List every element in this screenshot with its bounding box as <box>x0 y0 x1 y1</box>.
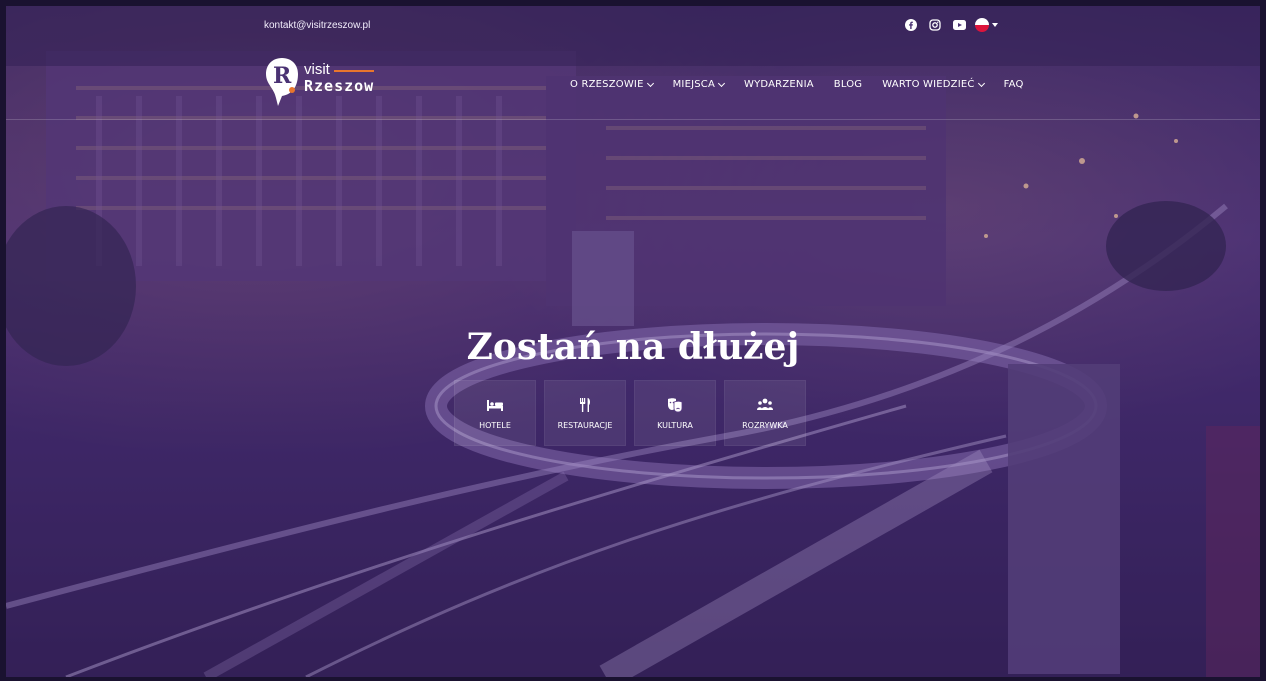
chevron-down-icon <box>646 79 654 87</box>
language-switcher[interactable] <box>975 18 998 32</box>
category-rozrywka[interactable]: ROZRYWKA <box>724 380 806 446</box>
logo-accent-line <box>333 69 374 72</box>
category-tiles: HOTELE RESTAURACJE KULTURA ROZRYWKA <box>454 380 806 446</box>
nav-item-label: WARTO WIEDZIEĆ <box>882 79 975 90</box>
nav-item-label: FAQ <box>1003 79 1024 90</box>
theater-masks-icon <box>668 397 683 412</box>
nav-item-blog[interactable]: BLOG <box>834 79 863 90</box>
site-logo[interactable]: R visit Rzeszow <box>264 56 374 108</box>
nav-item-faq[interactable]: FAQ <box>1004 79 1024 90</box>
nav-item-o-rzeszowie[interactable]: O RZESZOWIE <box>570 79 654 90</box>
category-kultura[interactable]: KULTURA <box>634 380 716 446</box>
hero-section: kontakt@visitrzeszow.pl R visit Rzeszow … <box>6 6 1260 677</box>
chevron-down-icon <box>977 79 985 87</box>
nav-item-label: BLOG <box>833 79 863 90</box>
nav-item-wydarzenia[interactable]: WYDARZENIA <box>744 79 814 90</box>
youtube-icon[interactable] <box>952 18 966 32</box>
logo-r-icon: R <box>266 58 298 106</box>
poland-flag-icon <box>975 18 989 32</box>
top-bar: kontakt@visitrzeszow.pl <box>6 6 1260 46</box>
nav-item-label: O RZESZOWIE <box>570 79 644 90</box>
category-label: KULTURA <box>657 420 693 430</box>
nav-item-label: MIEJSCA <box>672 79 716 90</box>
logo-text: visit Rzeszow <box>304 62 374 94</box>
nav-item-warto-wiedziec[interactable]: WARTO WIEDZIEĆ <box>882 79 985 90</box>
instagram-icon[interactable] <box>928 18 942 32</box>
header-divider <box>6 119 1260 120</box>
social-links <box>904 18 966 32</box>
logo-word-city: Rzeszow <box>304 77 375 95</box>
category-label: RESTAURACJE <box>557 420 613 430</box>
main-navigation: O RZESZOWIE MIEJSCA WYDARZENIA BLOG WART… <box>570 79 1024 90</box>
bed-icon <box>487 399 503 411</box>
category-label: HOTELE <box>479 420 511 430</box>
category-hotele[interactable]: HOTELE <box>454 380 536 446</box>
utensils-icon <box>580 397 591 412</box>
category-label: ROZRYWKA <box>742 420 788 430</box>
contact-email-link[interactable]: kontakt@visitrzeszow.pl <box>264 20 370 31</box>
logo-word-visit: visit <box>304 61 330 78</box>
svg-text:R: R <box>273 63 292 89</box>
caret-down-icon <box>992 23 998 27</box>
nav-item-miejsca[interactable]: MIEJSCA <box>672 79 726 90</box>
category-restauracje[interactable]: RESTAURACJE <box>544 380 626 446</box>
hero-headline: Zostań na dłużej <box>466 326 800 368</box>
people-group-icon <box>757 398 773 410</box>
facebook-icon[interactable] <box>904 18 918 32</box>
nav-item-label: WYDARZENIA <box>744 79 814 90</box>
chevron-down-icon <box>717 79 726 87</box>
